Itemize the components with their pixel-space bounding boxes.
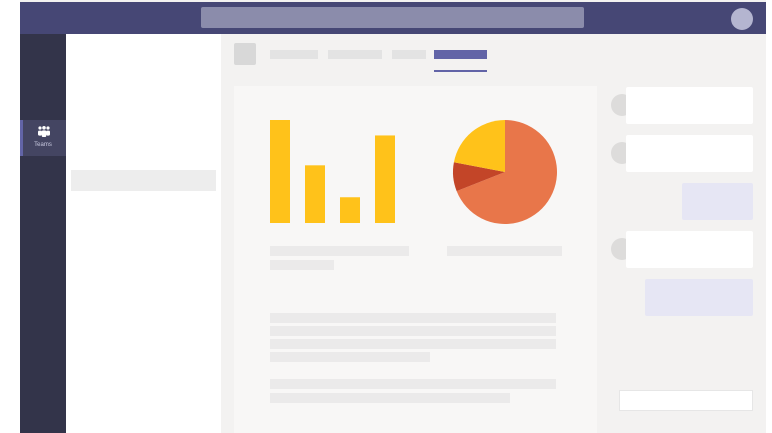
app-rail — [20, 34, 66, 433]
tab-3[interactable] — [392, 50, 426, 59]
search-input[interactable] — [201, 7, 584, 28]
teams-icon — [38, 126, 50, 137]
placeholder-line — [270, 339, 556, 349]
pie-chart — [453, 120, 557, 224]
rail-item-teams[interactable]: Teams — [20, 120, 66, 156]
channel-list — [66, 34, 221, 433]
placeholder-line — [270, 352, 430, 362]
selected-indicator — [20, 120, 23, 156]
profile-avatar[interactable] — [731, 8, 753, 30]
bar-4 — [375, 135, 395, 223]
placeholder-line — [270, 379, 556, 389]
bar-3 — [340, 197, 360, 223]
chat-message-self — [682, 183, 753, 220]
chat-message — [626, 87, 753, 124]
active-tab-underline — [434, 70, 487, 72]
placeholder-line — [270, 260, 334, 270]
placeholder-line — [270, 326, 556, 336]
bar-2 — [305, 165, 325, 223]
bar-chart — [270, 120, 395, 223]
placeholder-line — [447, 246, 562, 256]
team-avatar — [234, 43, 256, 65]
placeholder-line — [270, 246, 409, 256]
tab-2[interactable] — [328, 50, 382, 59]
tab-active[interactable] — [434, 50, 487, 59]
tab-1[interactable] — [270, 50, 318, 59]
placeholder-line — [270, 313, 556, 323]
placeholder-line — [270, 393, 510, 403]
channel-item[interactable] — [71, 170, 216, 191]
rail-item-label: Teams — [34, 142, 52, 148]
compose-box[interactable] — [619, 390, 753, 411]
chat-message-self — [645, 279, 753, 316]
chart-area — [270, 120, 557, 224]
chat-message — [626, 135, 753, 172]
bar-1 — [270, 120, 290, 223]
chat-message — [626, 231, 753, 268]
